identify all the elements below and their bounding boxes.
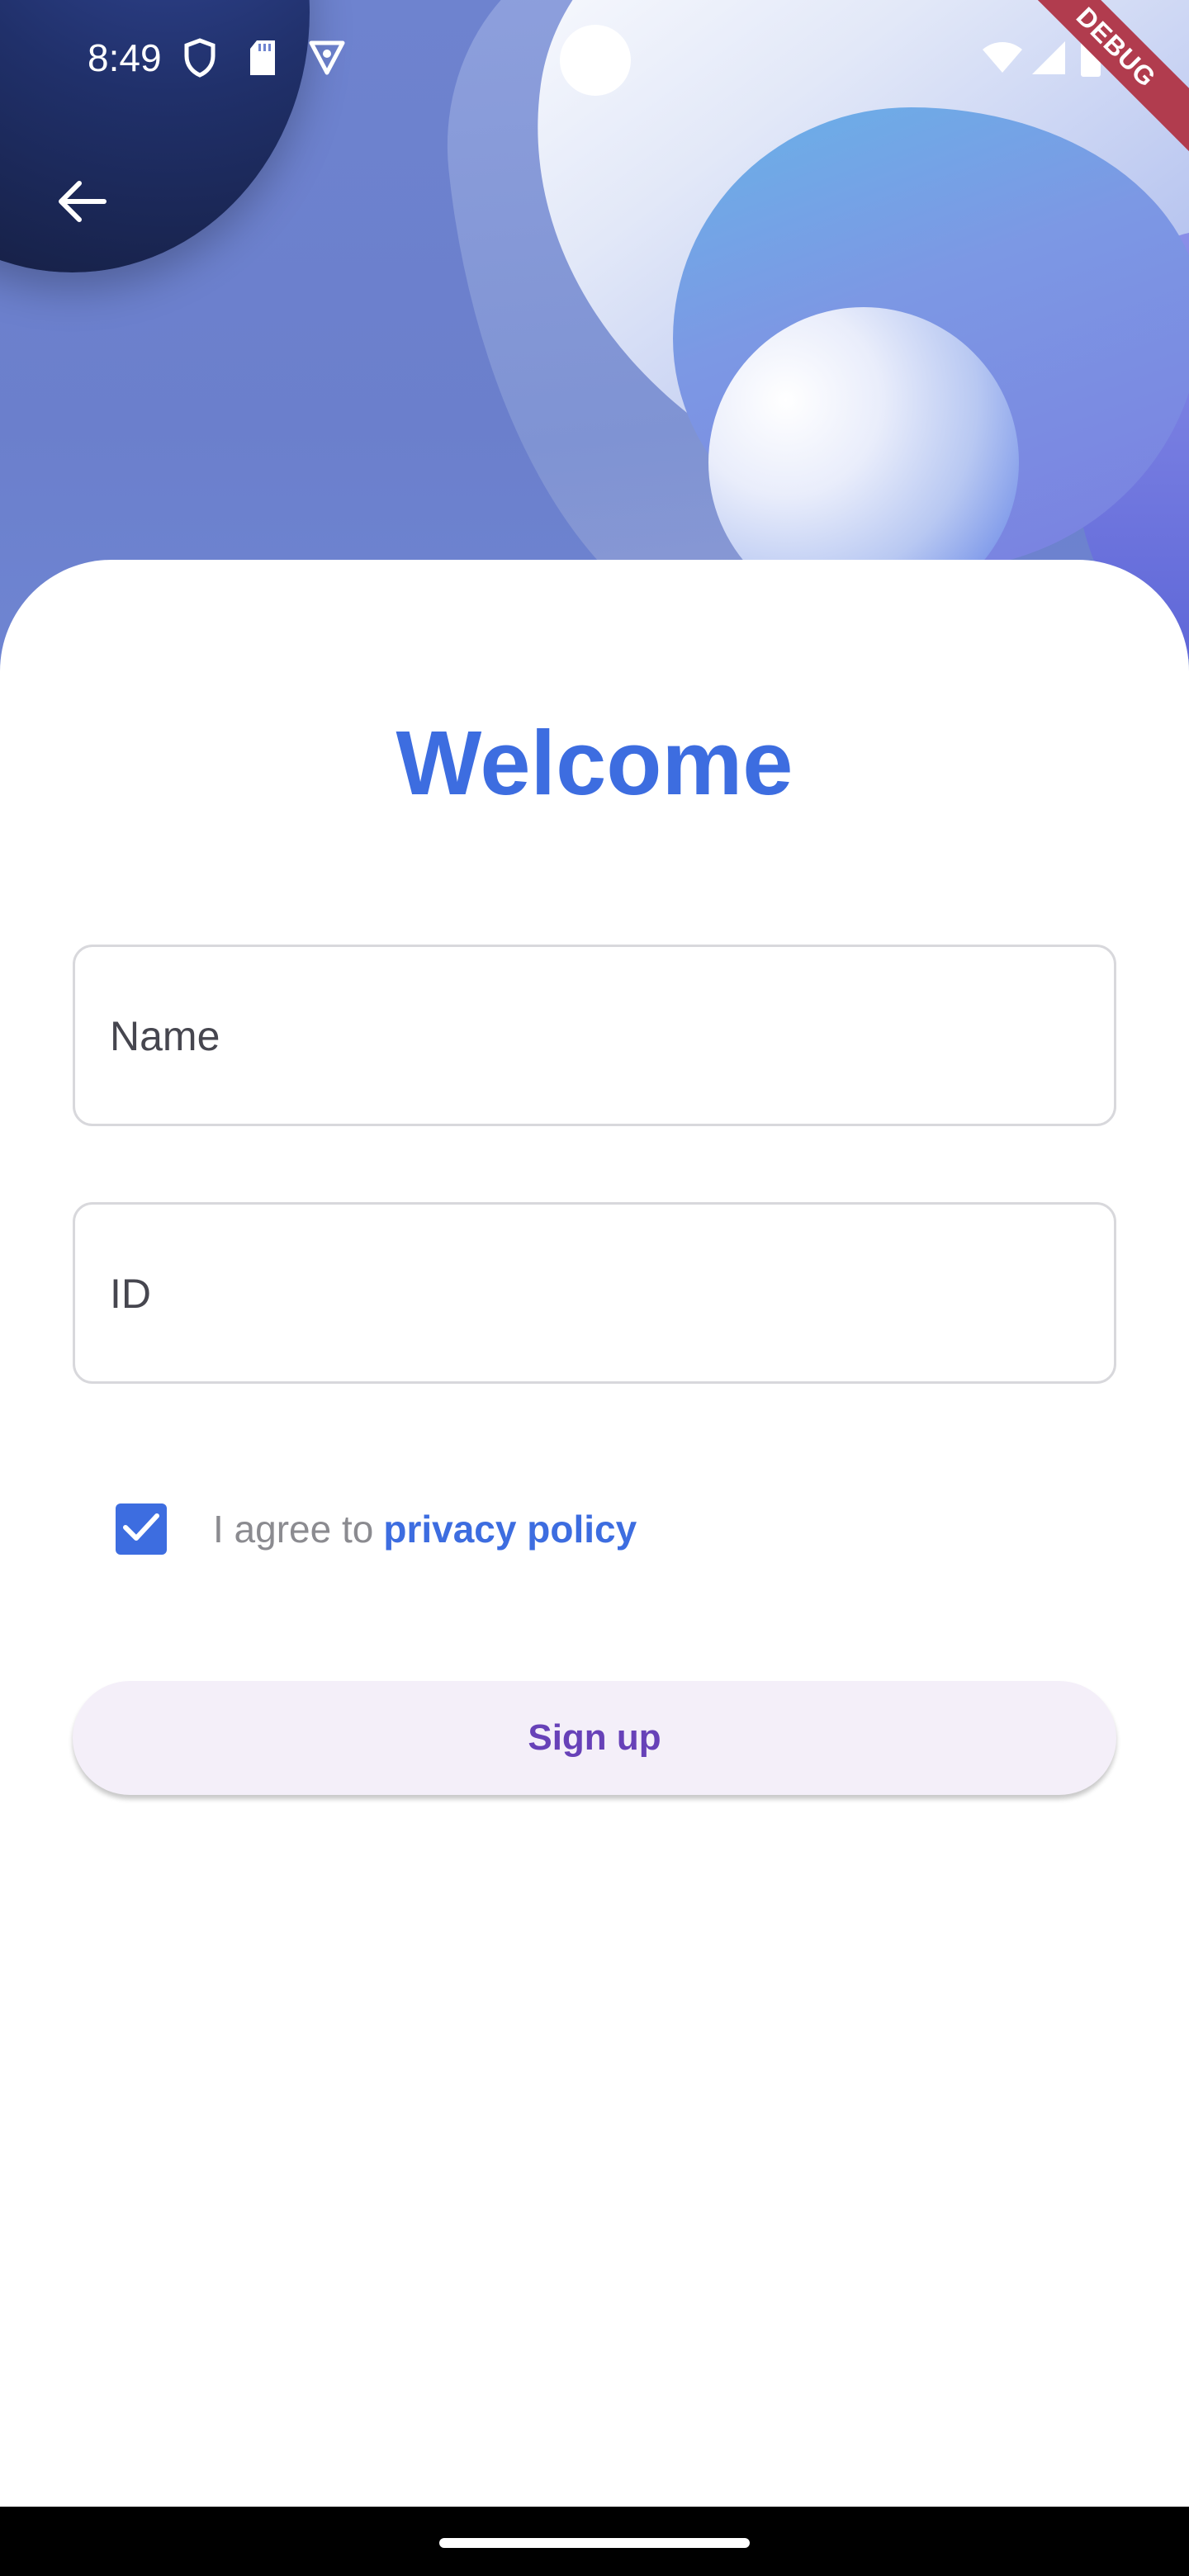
navigation-bar bbox=[0, 2507, 1189, 2576]
sd-card-icon bbox=[243, 36, 282, 79]
status-bar: 8:49 bbox=[0, 0, 1189, 119]
signup-button[interactable]: Sign up bbox=[73, 1681, 1116, 1795]
id-field[interactable] bbox=[73, 1202, 1116, 1384]
name-input[interactable] bbox=[108, 947, 1078, 1125]
camera-cutout bbox=[560, 25, 631, 96]
agree-text: I agree to bbox=[213, 1508, 374, 1551]
checkmark-icon bbox=[122, 1511, 160, 1548]
id-input[interactable] bbox=[108, 1205, 1078, 1383]
name-field[interactable] bbox=[73, 945, 1116, 1126]
home-gesture-handle[interactable] bbox=[439, 2538, 750, 2548]
signup-card bbox=[0, 560, 1189, 2576]
back-button[interactable] bbox=[48, 170, 114, 236]
vpn-badge-icon bbox=[307, 36, 347, 79]
privacy-policy-link[interactable]: privacy policy bbox=[383, 1507, 637, 1551]
privacy-agreement-row: I agree to privacy policy bbox=[116, 1503, 637, 1556]
page-title: Welcome bbox=[396, 713, 793, 814]
wifi-icon bbox=[979, 36, 1026, 79]
signal-icon bbox=[1029, 36, 1068, 79]
shield-icon bbox=[180, 36, 220, 79]
privacy-checkbox[interactable] bbox=[116, 1503, 167, 1555]
arrow-back-icon bbox=[54, 178, 107, 229]
status-time: 8:49 bbox=[88, 36, 162, 79]
